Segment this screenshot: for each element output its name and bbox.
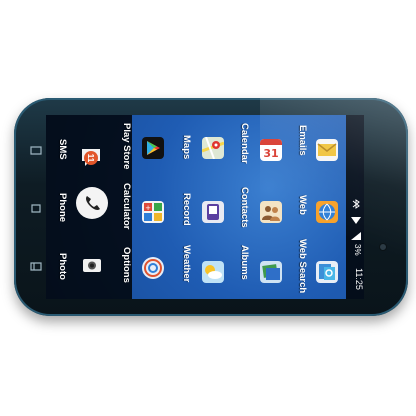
calculator-icon[interactable]: + — [142, 201, 164, 223]
app-label-maps: Maps — [181, 135, 192, 160]
wifi-icon — [350, 212, 362, 224]
app-label-weather: Weather — [181, 245, 192, 283]
status-time: 11:25 — [354, 268, 364, 290]
front-camera-icon — [380, 244, 386, 250]
app-label-options: Options — [121, 247, 132, 283]
sms-badge: 11 — [84, 151, 98, 165]
contacts-icon[interactable] — [260, 201, 282, 223]
app-label-web-search: Web Search — [297, 239, 308, 294]
app-label-play-store: Play Store — [121, 123, 132, 170]
dock-label-phone: Phone — [57, 193, 68, 223]
app-label-emails: Emails — [297, 125, 308, 156]
web-search-icon[interactable] — [316, 261, 338, 283]
back-key-icon[interactable] — [30, 146, 42, 155]
calendar-icon[interactable]: 31 — [260, 139, 282, 161]
email-icon[interactable] — [316, 139, 338, 161]
albums-icon[interactable] — [260, 261, 282, 283]
home-key-icon[interactable] — [30, 204, 42, 213]
svg-text:+: + — [145, 204, 151, 212]
weather-icon[interactable] — [202, 261, 224, 283]
app-label-calculator: Calculator — [121, 183, 132, 230]
app-label-albums: Albums — [239, 245, 250, 280]
bluetooth-icon — [350, 196, 362, 209]
product-photo: 11 SMS Phone Photo Play Store + Calculat… — [0, 0, 416, 416]
dock-label-sms: SMS — [57, 139, 68, 160]
home-screen: 11 SMS Phone Photo Play Store + Calculat… — [46, 115, 364, 299]
phone-icon[interactable] — [76, 187, 108, 219]
dock-label-photo: Photo — [57, 253, 68, 280]
web-browser-icon[interactable] — [316, 201, 338, 223]
app-label-contacts: Contacts — [239, 187, 250, 228]
battery-level: 3% — [353, 244, 362, 256]
camera-icon[interactable] — [80, 253, 104, 277]
maps-icon[interactable] — [202, 137, 224, 159]
app-label-web: Web — [297, 195, 308, 215]
menu-key-icon[interactable] — [30, 262, 42, 271]
options-icon[interactable] — [142, 257, 164, 279]
record-icon[interactable] — [202, 201, 224, 223]
svg-text:31: 31 — [263, 147, 278, 160]
signal-icon — [350, 228, 362, 240]
app-label-record: Record — [181, 193, 192, 226]
play-store-icon[interactable] — [142, 137, 164, 159]
app-label-calendar: Calendar — [239, 123, 250, 164]
